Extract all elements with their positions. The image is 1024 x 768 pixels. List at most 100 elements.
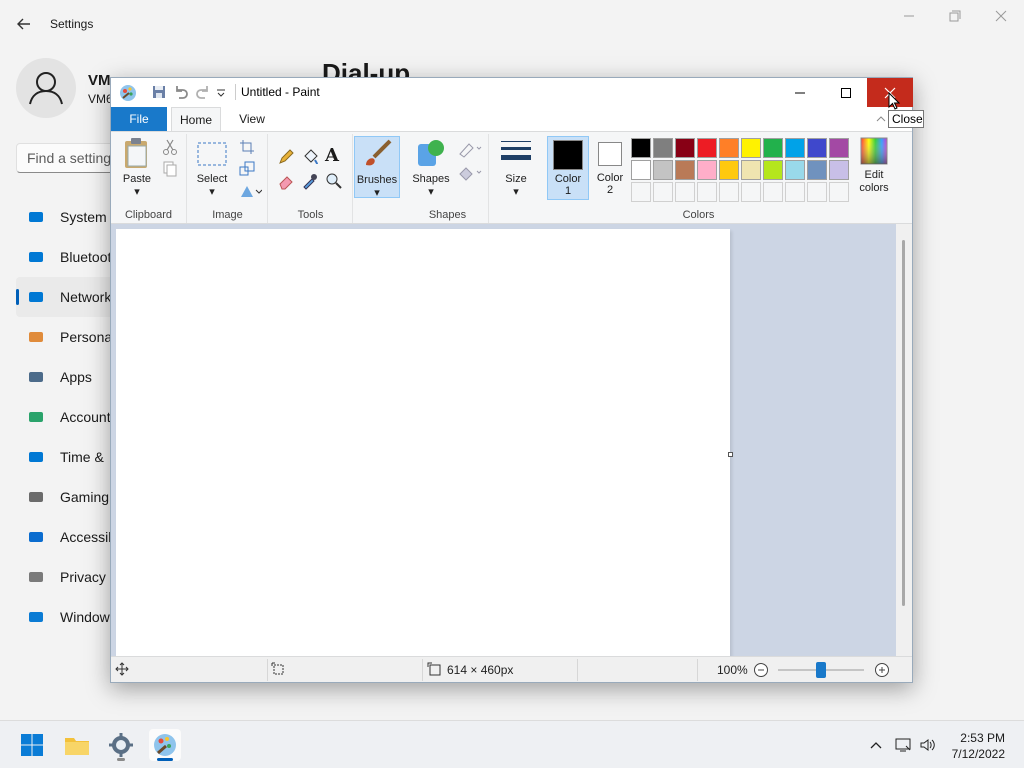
custom-color-slot[interactable] <box>807 182 827 202</box>
palette-swatch[interactable] <box>741 138 761 158</box>
maximize-button[interactable] <box>823 78 869 107</box>
palette-swatch[interactable] <box>653 138 673 158</box>
fill-icon[interactable] <box>457 164 483 182</box>
palette-swatch[interactable] <box>785 138 805 158</box>
outline-icon[interactable] <box>457 140 483 158</box>
custom-color-slot[interactable] <box>653 182 673 202</box>
tab-home[interactable]: Home <box>171 107 221 132</box>
resize-icon[interactable] <box>238 160 256 178</box>
zoom-out-button[interactable] <box>753 662 769 681</box>
copy-icon[interactable] <box>161 160 179 178</box>
cut-icon[interactable] <box>161 138 179 156</box>
ribbon-collapse-icon[interactable] <box>875 112 887 124</box>
save-icon[interactable] <box>151 84 167 100</box>
undo-icon[interactable] <box>173 84 189 100</box>
drawing-canvas[interactable] <box>116 229 730 656</box>
size-button[interactable]: Size ▾ <box>496 136 536 199</box>
custom-color-slot[interactable] <box>741 182 761 202</box>
status-separator <box>577 659 578 681</box>
palette-swatch[interactable] <box>719 160 739 180</box>
palette-swatch[interactable] <box>697 160 717 180</box>
customize-quick-access-icon[interactable] <box>215 84 231 100</box>
palette-swatch[interactable] <box>741 160 761 180</box>
palette-swatch[interactable] <box>807 138 827 158</box>
text-icon[interactable]: A <box>325 146 343 166</box>
custom-color-slot[interactable] <box>631 182 651 202</box>
custom-color-slot[interactable] <box>697 182 717 202</box>
paste-dropdown-icon[interactable]: ▾ <box>117 186 157 199</box>
custom-color-slot[interactable] <box>785 182 805 202</box>
palette-swatch[interactable] <box>763 138 783 158</box>
avatar[interactable] <box>16 58 76 118</box>
shapes-group-label: Shapes <box>428 209 467 221</box>
custom-color-slot[interactable] <box>763 182 783 202</box>
canvas-resize-handle[interactable] <box>728 452 733 457</box>
start-button[interactable] <box>16 729 48 761</box>
zoom-in-button[interactable] <box>874 662 890 681</box>
clock[interactable]: 2:53 PM 7/12/2022 <box>952 730 1005 762</box>
select-dropdown-icon[interactable]: ▾ <box>192 186 232 199</box>
palette-swatch[interactable] <box>829 160 849 180</box>
palette-swatch[interactable] <box>631 160 651 180</box>
custom-color-slot[interactable] <box>719 182 739 202</box>
palette-swatch[interactable] <box>675 160 695 180</box>
fill-bucket-icon[interactable] <box>301 148 319 166</box>
status-separator <box>267 659 268 681</box>
file-explorer-button[interactable] <box>61 729 93 761</box>
zoom-slider-thumb[interactable] <box>816 662 826 678</box>
selection-size-icon <box>271 662 285 679</box>
color-1-button[interactable]: Color 1 <box>547 136 589 200</box>
select-button[interactable]: Select ▾ <box>192 136 232 199</box>
custom-color-slot[interactable] <box>829 182 849 202</box>
shapes-button[interactable]: Shapes ▾ <box>411 136 451 199</box>
brush-icon <box>28 329 44 345</box>
palette-swatch[interactable] <box>653 160 673 180</box>
rotate-icon[interactable] <box>238 182 263 200</box>
canvas-size-text: 614 × 460px <box>447 663 514 677</box>
magnifier-icon[interactable] <box>325 172 343 190</box>
paste-icon <box>125 138 147 168</box>
palette-swatch[interactable] <box>719 138 739 158</box>
paint-taskbar-button[interactable] <box>149 729 181 761</box>
wifi-icon <box>28 289 44 305</box>
tab-file[interactable]: File <box>111 107 167 131</box>
vertical-scrollbar[interactable] <box>896 224 912 656</box>
back-button[interactable] <box>14 12 34 36</box>
brushes-dropdown-icon[interactable]: ▾ <box>355 187 399 200</box>
paint-app-icon[interactable] <box>119 84 137 102</box>
palette-swatch[interactable] <box>785 160 805 180</box>
redo-icon[interactable] <box>195 84 211 100</box>
close-button[interactable] <box>978 6 1024 28</box>
size-dropdown-icon[interactable]: ▾ <box>496 186 536 199</box>
paste-button[interactable]: Paste ▾ <box>117 136 157 199</box>
paint-titlebar[interactable]: Untitled - Paint <box>111 78 913 107</box>
palette-swatch[interactable] <box>697 138 717 158</box>
edit-colors-icon <box>860 137 888 165</box>
network-tray-icon[interactable] <box>893 735 913 755</box>
tab-view[interactable]: View <box>229 107 275 131</box>
brushes-label: Brushes <box>356 174 398 186</box>
crop-icon[interactable] <box>238 138 256 156</box>
settings-taskbar-button[interactable] <box>105 729 137 761</box>
palette-swatch[interactable] <box>763 160 783 180</box>
brushes-button[interactable]: Brushes ▾ <box>354 136 400 200</box>
volume-icon[interactable] <box>918 735 938 755</box>
scrollbar-thumb[interactable] <box>902 240 905 606</box>
shapes-dropdown-icon[interactable]: ▾ <box>411 186 451 199</box>
restore-button[interactable] <box>932 6 978 28</box>
color-2-button[interactable]: Color 2 <box>589 136 631 200</box>
color-picker-icon[interactable] <box>301 172 319 190</box>
custom-color-slot[interactable] <box>675 182 695 202</box>
pencil-icon[interactable] <box>277 148 295 166</box>
palette-swatch[interactable] <box>631 138 651 158</box>
palette-swatch[interactable] <box>675 138 695 158</box>
show-hidden-icons-button[interactable] <box>866 735 886 755</box>
minimize-button[interactable] <box>886 6 932 28</box>
palette-swatch[interactable] <box>829 138 849 158</box>
edit-colors-button[interactable]: Edit colors <box>852 136 896 195</box>
select-label: Select <box>196 173 228 185</box>
minimize-button[interactable] <box>777 78 823 107</box>
eraser-icon[interactable] <box>277 172 295 190</box>
palette-swatch[interactable] <box>807 160 827 180</box>
mouse-cursor-icon <box>888 91 901 113</box>
